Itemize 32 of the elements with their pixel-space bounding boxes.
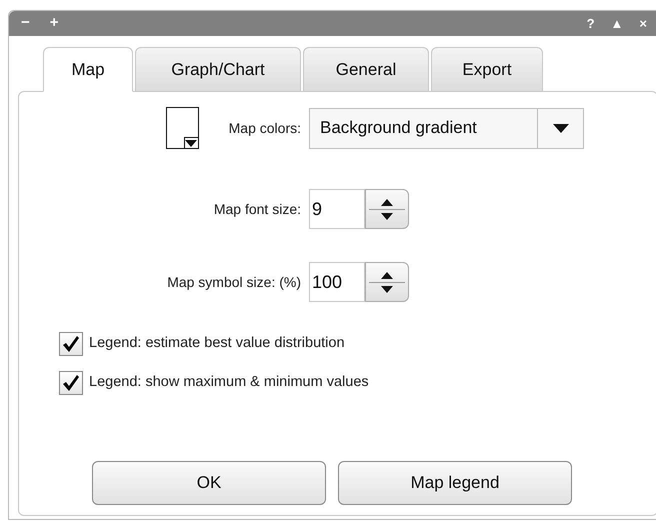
- tab[interactable]: Map: [43, 47, 133, 92]
- tab[interactable]: General: [303, 47, 429, 92]
- window-control[interactable]: −: [21, 12, 30, 35]
- dialog-button[interactable]: OK: [92, 461, 326, 505]
- down-arrow-icon: [381, 212, 393, 220]
- window-control[interactable]: ?: [586, 14, 595, 34]
- window-control[interactable]: +: [50, 12, 59, 35]
- spin-button[interactable]: [365, 189, 409, 229]
- caret-icon: [552, 124, 568, 132]
- window-control[interactable]: ▲: [610, 14, 624, 34]
- tab[interactable]: Graph/Chart: [135, 47, 301, 92]
- field-label: Map font size:: [214, 200, 301, 219]
- up-arrow-icon: [381, 198, 393, 206]
- number-field[interactable]: 100: [309, 262, 365, 302]
- down-arrow-icon: [381, 286, 393, 292]
- dialog-button[interactable]: Map legend: [338, 461, 572, 505]
- checkbox-label: Legend: estimate best value distribution: [89, 334, 345, 354]
- caret-icon: [185, 140, 198, 146]
- window-control[interactable]: ×: [639, 14, 647, 34]
- field-label: Map symbol size: (%): [167, 272, 301, 292]
- check-icon: [62, 374, 80, 392]
- checkbox-label: Legend: show maximum & minimum values: [89, 373, 369, 392]
- spin-button[interactable]: [365, 262, 409, 302]
- up-arrow-icon: [381, 272, 393, 278]
- checkbox[interactable]: [59, 332, 83, 356]
- tab[interactable]: Export: [431, 47, 543, 92]
- dropdown[interactable]: Background gradient: [309, 108, 584, 148]
- checkbox[interactable]: [59, 371, 83, 395]
- number-field[interactable]: 9: [309, 189, 365, 229]
- color-swatch[interactable]: [166, 107, 199, 149]
- field-label: Map colors:: [228, 118, 301, 138]
- check-icon: [62, 335, 80, 353]
